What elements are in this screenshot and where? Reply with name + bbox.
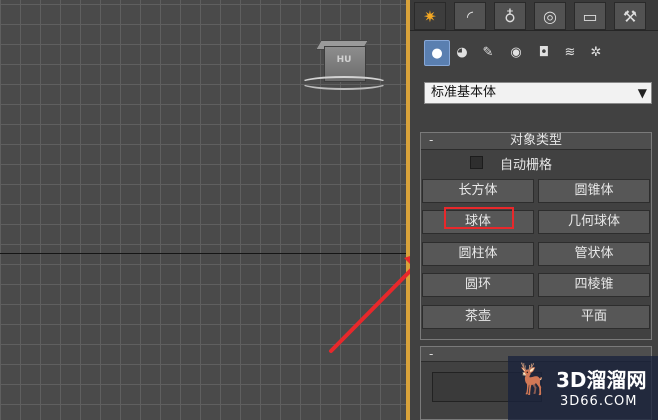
- tab-utilities[interactable]: ⚒: [614, 2, 646, 30]
- tab-modify[interactable]: ◜: [454, 2, 486, 30]
- lights-category-button[interactable]: ✎: [476, 40, 500, 64]
- curve-icon: ◜: [466, 6, 474, 26]
- hierarchy-icon: ♁: [504, 6, 516, 26]
- gears-icon: ✲: [590, 44, 602, 60]
- plane-button[interactable]: 平面: [538, 305, 650, 329]
- rollout-title: 对象类型: [509, 133, 562, 148]
- command-panel-tabs: ✷ ◜ ♁ ◎ ▭ ⚒: [410, 0, 658, 31]
- watermark-subtitle: 3D66.COM: [560, 394, 638, 409]
- tab-display[interactable]: ▭: [574, 2, 606, 30]
- helpers-category-button[interactable]: ◘: [532, 40, 556, 64]
- teapot-button[interactable]: 茶壶: [422, 305, 534, 329]
- collapse-icon[interactable]: -: [429, 133, 433, 148]
- geosphere-button[interactable]: 几何球体: [538, 210, 650, 234]
- motion-icon: ◎: [543, 6, 557, 26]
- space-warps-category-button[interactable]: ≋: [558, 40, 582, 64]
- torus-button[interactable]: 圆环: [422, 273, 534, 297]
- box-button[interactable]: 长方体: [422, 179, 534, 203]
- collapse-icon[interactable]: -: [429, 347, 433, 361]
- tab-create[interactable]: ✷: [414, 2, 446, 30]
- object-type-rollout-header[interactable]: - 对象类型: [421, 133, 651, 150]
- tab-motion[interactable]: ◎: [534, 2, 566, 30]
- monitor-icon: ▭: [582, 6, 598, 26]
- cone-button[interactable]: 圆锥体: [538, 179, 650, 203]
- light-icon: ✎: [482, 44, 494, 60]
- primitive-type-dropdown[interactable]: 标准基本体 ▼: [424, 82, 652, 104]
- chevron-down-icon[interactable]: ▼: [638, 83, 647, 103]
- pyramid-button[interactable]: 四棱锥: [538, 273, 650, 297]
- cylinder-button[interactable]: 圆柱体: [422, 242, 534, 266]
- helper-icon: ◘: [538, 44, 550, 60]
- sphere-highlight-box: [444, 207, 514, 229]
- watermark-title: 3D溜溜网: [556, 368, 647, 392]
- auto-grid-label: 自动栅格: [500, 158, 553, 173]
- sun-icon: ✷: [423, 6, 437, 26]
- tab-hierarchy[interactable]: ♁: [494, 2, 526, 30]
- hammer-icon: ⚒: [622, 6, 638, 26]
- cameras-category-button[interactable]: ◉: [504, 40, 528, 64]
- shapes-icon: ◕: [456, 44, 468, 60]
- systems-category-button[interactable]: ✲: [584, 40, 608, 64]
- shapes-category-button[interactable]: ◕: [450, 40, 474, 64]
- camera-icon: ◉: [510, 44, 522, 60]
- dropdown-value: 标准基本体: [431, 85, 497, 100]
- geometry-category-button[interactable]: ●: [424, 40, 450, 66]
- tube-button[interactable]: 管状体: [538, 242, 650, 266]
- wave-icon: ≋: [564, 44, 576, 60]
- sphere-icon: ●: [431, 45, 443, 61]
- auto-grid-checkbox[interactable]: [470, 156, 483, 169]
- deer-logo-icon: 🦌: [514, 362, 552, 397]
